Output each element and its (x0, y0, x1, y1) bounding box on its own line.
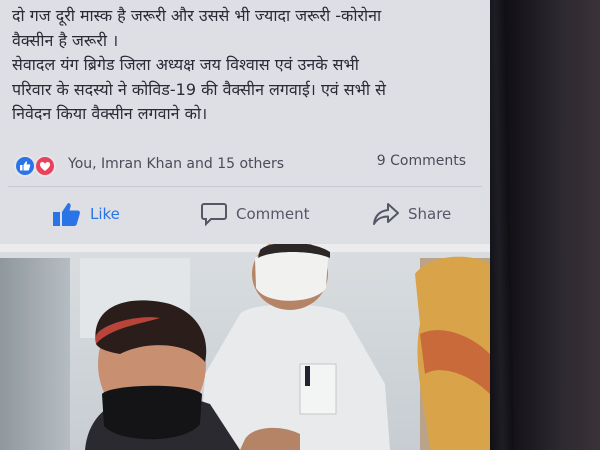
post-text-line: निवेदन किया वैक्सीन लगवाने को। (12, 104, 208, 123)
comment-icon (200, 201, 228, 227)
like-button[interactable]: Like (52, 200, 120, 228)
like-icon (14, 155, 36, 177)
facebook-post: दो गज दूरी मास्क है जरूरी और उससे भी ज्य… (0, 0, 490, 450)
post-text-line: वैक्सीन है जरूरी । (12, 30, 119, 50)
post-photo[interactable] (0, 244, 490, 450)
action-bar: Like Comment Share (0, 194, 490, 234)
like-label: Like (90, 205, 120, 223)
reactions-bar: You, Imran Khan and 15 others 9 Comments (14, 153, 476, 179)
reaction-names[interactable]: You, Imran Khan and 15 others (68, 156, 284, 172)
post-text-line: परिवार के सदस्यो ने कोविड-19 की वैक्सीन … (12, 79, 386, 99)
comments-count[interactable]: 9 Comments (377, 153, 466, 169)
divider (8, 186, 482, 187)
vaccination-scene (80, 244, 490, 450)
post-text-line: दो गज दूरी मास्क है जरूरी और उससे भी ज्य… (12, 6, 382, 25)
post-text: दो गज दूरी मास्क है जरूरी और उससे भी ज्य… (12, 4, 482, 127)
reaction-icons[interactable] (14, 155, 62, 177)
love-icon (34, 155, 56, 177)
share-arrow-icon (372, 201, 400, 227)
comment-label: Comment (236, 205, 310, 223)
share-button[interactable]: Share (372, 200, 451, 228)
thumbs-up-icon (52, 200, 82, 228)
post-text-line: सेवादल यंग ब्रिगेड जिला अध्यक्ष जय विश्व… (12, 55, 359, 74)
share-label: Share (408, 205, 452, 223)
comment-button[interactable]: Comment (200, 200, 310, 228)
